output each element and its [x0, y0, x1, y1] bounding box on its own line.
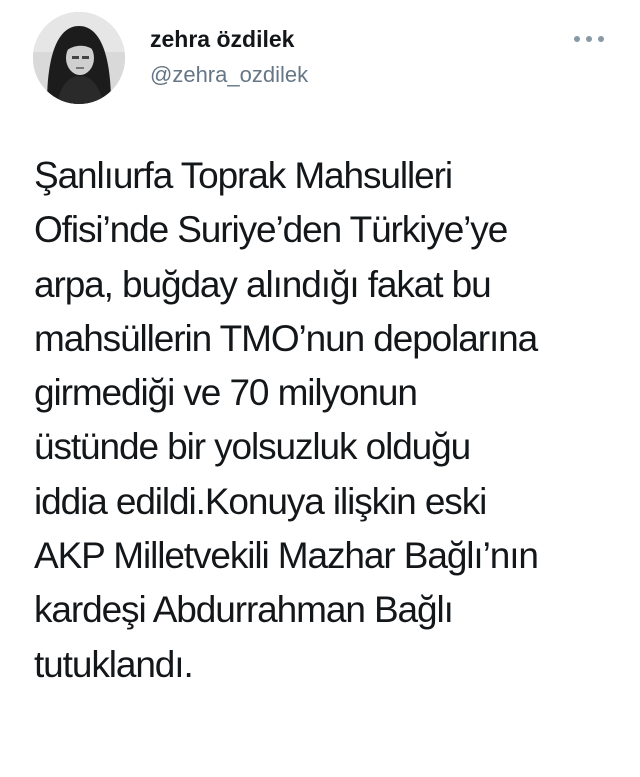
tweet-text-line: mahsüllerin TMO’nun depolarına [34, 317, 538, 359]
tweet-text-line: iddia edildi.Konuya ilişkin eski [34, 480, 487, 522]
tweet-text-line: Ofisi’nde Suriye’den Türkiye’ye [34, 209, 508, 251]
tweet-text: Şanlıurfa Toprak Mahsulleri Ofisi’nde Su… [34, 149, 624, 692]
tweet-text-line: Şanlıurfa Toprak Mahsulleri [34, 155, 453, 196]
tweet-text-line: arpa, buğday alındığı fakat bu [34, 263, 492, 305]
avatar-image [33, 12, 125, 104]
avatar[interactable] [33, 12, 125, 104]
author-display-name[interactable]: zehra özdilek [150, 26, 294, 53]
more-horizontal-icon [574, 36, 580, 42]
tweet-card: zehra özdilek @zehra_ozdilek Şanlıurfa T… [0, 0, 640, 777]
tweet-text-line: üstünde bir yolsuzluk olduğu [34, 426, 471, 468]
more-options-button[interactable] [566, 28, 612, 50]
tweet-text-line: girmediği ve 70 milyonun [34, 372, 418, 414]
tweet-text-line: tutuklandı. [34, 643, 194, 685]
more-horizontal-icon [586, 36, 592, 42]
more-horizontal-icon [598, 36, 604, 42]
author-handle[interactable]: @zehra_ozdilek [150, 62, 308, 88]
tweet-text-line: kardeşi Abdurrahman Bağlı [34, 589, 454, 631]
tweet-text-line: AKP Milletvekili Mazhar Bağlı’nın [34, 535, 539, 577]
